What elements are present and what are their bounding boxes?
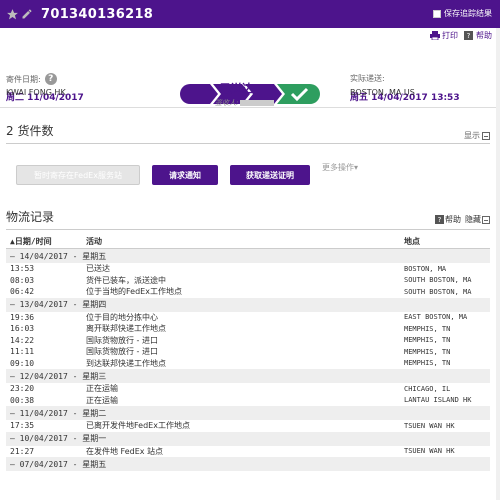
cell-location: MEMPHIS, TN (404, 336, 451, 345)
proof-of-delivery-button[interactable]: 获取递送证明 (230, 165, 310, 185)
tracking-number: 701340136218 (41, 6, 154, 22)
cell-time: 23:20 (10, 384, 35, 394)
cell-activity: 在发件地 FedEx 站点 (86, 446, 164, 456)
table-header: ▲日期/时间 活动 地点 (6, 235, 490, 249)
table-row: 21:27 在发件地 FedEx 站点 TSUEN WAN HK (6, 446, 490, 458)
cell-location: LANTAU ISLAND HK (404, 396, 472, 405)
save-results-toggle[interactable]: 保存追踪结果 (433, 8, 492, 19)
history-body: — 14/04/2017 - 星期五 13:53 已送达 BOSTON, MA 08:0… (6, 249, 490, 471)
ship-date-help-icon[interactable]: ? (44, 73, 57, 85)
delivery-status: 已送达 (220, 82, 253, 95)
cell-location: TSUEN WAN HK (404, 447, 455, 456)
table-row: 19:36 位于目的地分拣中心 EAST BOSTON, MA (6, 312, 490, 324)
day-header[interactable]: — 07/04/2017 - 星期五 (6, 457, 490, 471)
cell-location: MEMPHIS, TN (404, 324, 451, 333)
table-row: 16:03 离开联邦快递工作地点 MEMPHIS, TN (6, 323, 490, 335)
cell-location: SOUTH BOSTON, MA (404, 287, 472, 296)
table-row: 17:35 已离开发件地FedEx工作地点 TSUEN WAN HK (6, 420, 490, 432)
destination-location: BOSTON, MA US (350, 88, 415, 97)
cell-time: 21:27 (10, 446, 35, 456)
table-row: 23:20 正在运输 CHICAGO, IL (6, 383, 490, 395)
cell-time: 16:03 (10, 324, 35, 334)
table-row: 11:11 国际货物放行 - 进口 MEMPHIS, TN (6, 346, 490, 358)
table-row: 06:42 位于当地的FedEx工作地点 SOUTH BOSTON, MA (6, 286, 490, 298)
table-row: 00:38 正在运输 LANTAU ISLAND HK (6, 395, 490, 407)
table-row: 13:53 已送达 BOSTON, MA (6, 263, 490, 275)
scrollbar[interactable] (496, 28, 500, 500)
cell-time: 13:53 (10, 264, 35, 274)
cell-time: 17:35 (10, 421, 35, 431)
save-results-checkbox[interactable] (433, 9, 441, 18)
history-title: 物流记录 (6, 210, 55, 224)
show-toggle[interactable]: 显示 (464, 130, 490, 141)
cell-location: MEMPHIS, TN (404, 359, 451, 368)
summary-divider (0, 107, 500, 108)
cell-time: 11:11 (10, 347, 35, 357)
cell-time: 00:38 (10, 395, 35, 405)
cell-activity: 国际货物放行 - 进口 (86, 347, 158, 357)
col-datetime[interactable]: ▲日期/时间 (6, 236, 86, 247)
col-location: 地点 (404, 237, 420, 246)
star-icon[interactable] (6, 8, 19, 21)
delivered-label: 实际递送: (350, 74, 385, 83)
cell-activity: 正在运输 (86, 395, 118, 405)
request-notification-button[interactable]: 请求通知 (152, 165, 218, 185)
origin-location: KWAI FONG HK (6, 88, 66, 97)
day-header[interactable]: — 10/04/2017 - 星期一 (6, 431, 490, 446)
table-row: 08:03 货件已装车，派送途中 SOUTH BOSTON, MA (6, 275, 490, 287)
cell-location: EAST BOSTON, MA (404, 313, 468, 322)
cell-time: 06:42 (10, 287, 35, 297)
more-actions-dropdown[interactable]: 更多操作▾ (322, 162, 358, 173)
hold-at-location-button[interactable]: 暂时寄存在FedEx服务站 (16, 165, 140, 185)
cell-activity: 位于当地的FedEx工作地点 (86, 287, 182, 297)
signer-name-redacted (240, 100, 275, 106)
table-row: 14:22 国际货物放行 - 进口 MEMPHIS, TN (6, 335, 490, 347)
expand-icon[interactable] (482, 131, 490, 140)
cell-activity: 已送达 (86, 264, 110, 274)
cell-location: BOSTON, MA (404, 264, 447, 273)
table-row: 09:10 到达联邦快递工作地点 MEMPHIS, TN (6, 358, 490, 370)
day-header[interactable]: — 11/04/2017 - 星期二 (6, 406, 490, 420)
cell-activity: 到达联邦快递工作地点 (86, 358, 166, 368)
history-hide-link[interactable]: 隐藏 (465, 214, 490, 225)
cell-location: TSUEN WAN HK (404, 421, 455, 430)
travel-history-table: ▲日期/时间 活动 地点 — 14/04/2017 - 星期五 13:53 已送达 B… (6, 235, 490, 471)
save-results-label: 保存追踪结果 (444, 9, 492, 18)
tracking-header: 701340136218 保存追踪结果 (0, 0, 500, 28)
ship-date-label: 寄件日期: ? (6, 73, 57, 85)
cell-activity: 货件已装车，派送途中 (86, 275, 166, 285)
day-header[interactable]: — 12/04/2017 - 星期三 (6, 369, 490, 383)
history-help-link[interactable]: ? 帮助 (435, 214, 461, 225)
cell-activity: 位于目的地分拣中心 (86, 312, 158, 322)
cell-activity: 国际货物放行 - 进口 (86, 335, 158, 345)
packages-title: 2 货件数 (6, 124, 54, 138)
cell-location: MEMPHIS, TN (404, 347, 451, 356)
collapse-icon[interactable] (482, 215, 490, 224)
cell-activity: 正在运输 (86, 384, 118, 394)
cell-location: SOUTH BOSTON, MA (404, 276, 472, 285)
cell-activity: 已离开发件地FedEx工作地点 (86, 421, 190, 431)
cell-activity: 离开联邦快递工作地点 (86, 324, 166, 334)
cell-time: 14:22 (10, 335, 35, 345)
cell-location: CHICAGO, IL (404, 384, 451, 393)
history-divider (6, 229, 490, 230)
edit-pencil-icon[interactable] (21, 8, 33, 20)
day-header[interactable]: — 13/04/2017 - 星期四 (6, 297, 490, 312)
cell-time: 08:03 (10, 275, 35, 285)
cell-time: 09:10 (10, 358, 35, 368)
help-icon: ? (435, 215, 444, 224)
history-links: ? 帮助 隐藏 (435, 214, 490, 225)
day-header[interactable]: — 14/04/2017 - 星期五 (6, 249, 490, 263)
col-activity: 活动 (86, 237, 102, 246)
packages-divider (6, 143, 490, 144)
cell-time: 19:36 (10, 312, 35, 322)
